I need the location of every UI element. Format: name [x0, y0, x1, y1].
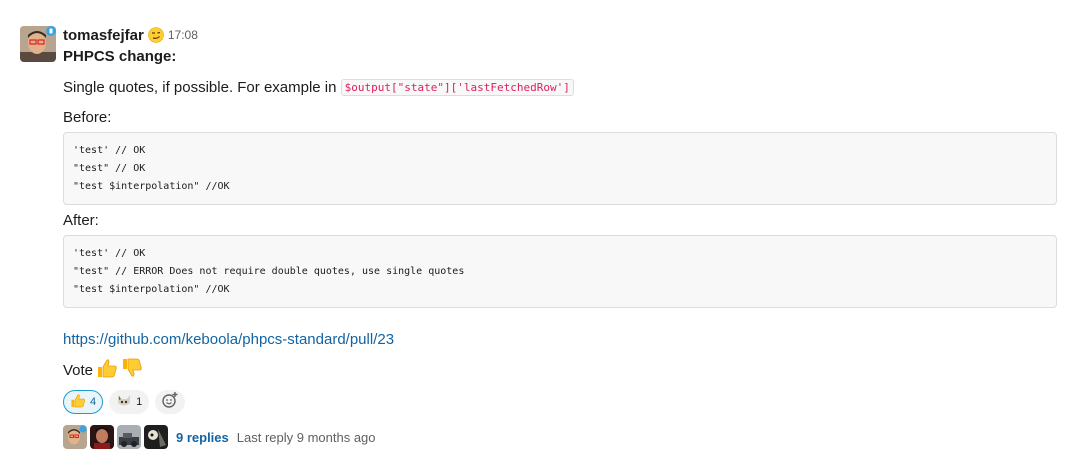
user-avatar[interactable]	[20, 26, 56, 62]
reply-avatar	[144, 425, 168, 449]
vote-text: Vote	[63, 362, 94, 379]
timestamp[interactable]: 17:08	[168, 28, 198, 42]
intro-line: Single quotes, if possible. For example …	[63, 78, 1058, 98]
code-line: "test $interpolation" //OK	[73, 284, 230, 295]
username[interactable]: tomasfejfar	[63, 27, 144, 44]
message-header: tomasfejfar 17:08	[63, 25, 1058, 45]
after-code-block: 'test' // OK "test" // ERROR Does not req…	[63, 235, 1057, 308]
add-reaction-button[interactable]	[155, 390, 186, 414]
intro-text: Single quotes, if possible. For example …	[63, 79, 337, 96]
thumbs-up-icon	[70, 393, 86, 411]
last-reply-text: Last reply 9 months ago	[236, 429, 376, 445]
reaction-cat[interactable]: 1	[109, 390, 150, 414]
smirk-face-icon[interactable]	[148, 27, 164, 43]
add-emoji-icon	[161, 391, 179, 413]
thumbs-down-icon	[121, 358, 143, 384]
message-heading: PHPCS change:	[63, 48, 177, 65]
reply-avatar	[90, 425, 114, 449]
message: tomasfejfar 17:08 PHPCS change: Single q…	[0, 0, 1073, 459]
replies-link[interactable]: 9 replies	[176, 430, 229, 445]
code-line: "test" // OK	[73, 163, 146, 174]
after-label: After:	[63, 212, 99, 229]
pull-request-link[interactable]: https://github.com/keboola/phpcs-standar…	[63, 331, 394, 348]
reaction-count: 1	[136, 396, 143, 408]
reply-avatar	[63, 425, 87, 449]
reply-avatar	[117, 425, 141, 449]
before-label: Before:	[63, 109, 112, 126]
reaction-thumbs-up[interactable]: 4	[63, 390, 104, 414]
thumbs-up-icon	[96, 358, 118, 384]
reaction-count: 4	[90, 396, 97, 408]
code-line: 'test' // OK	[73, 145, 146, 156]
thread-summary[interactable]: 9 replies Last reply 9 months ago	[63, 425, 1058, 449]
before-code-block: 'test' // OK "test" // OK "test $interpola…	[63, 132, 1057, 205]
code-line: "test $interpolation" //OK	[73, 181, 230, 192]
code-line: "test" // ERROR Does not require double …	[73, 266, 465, 277]
vote-line: Vote	[63, 358, 1058, 384]
cat-face-icon	[116, 393, 132, 411]
inline-code: $output["state"]['lastFetchedRow']	[340, 79, 574, 96]
message-content: tomasfejfar 17:08 PHPCS change: Single q…	[63, 25, 1058, 449]
code-line: 'test' // OK	[73, 248, 146, 259]
reactions-bar: 4 1	[63, 390, 1058, 414]
